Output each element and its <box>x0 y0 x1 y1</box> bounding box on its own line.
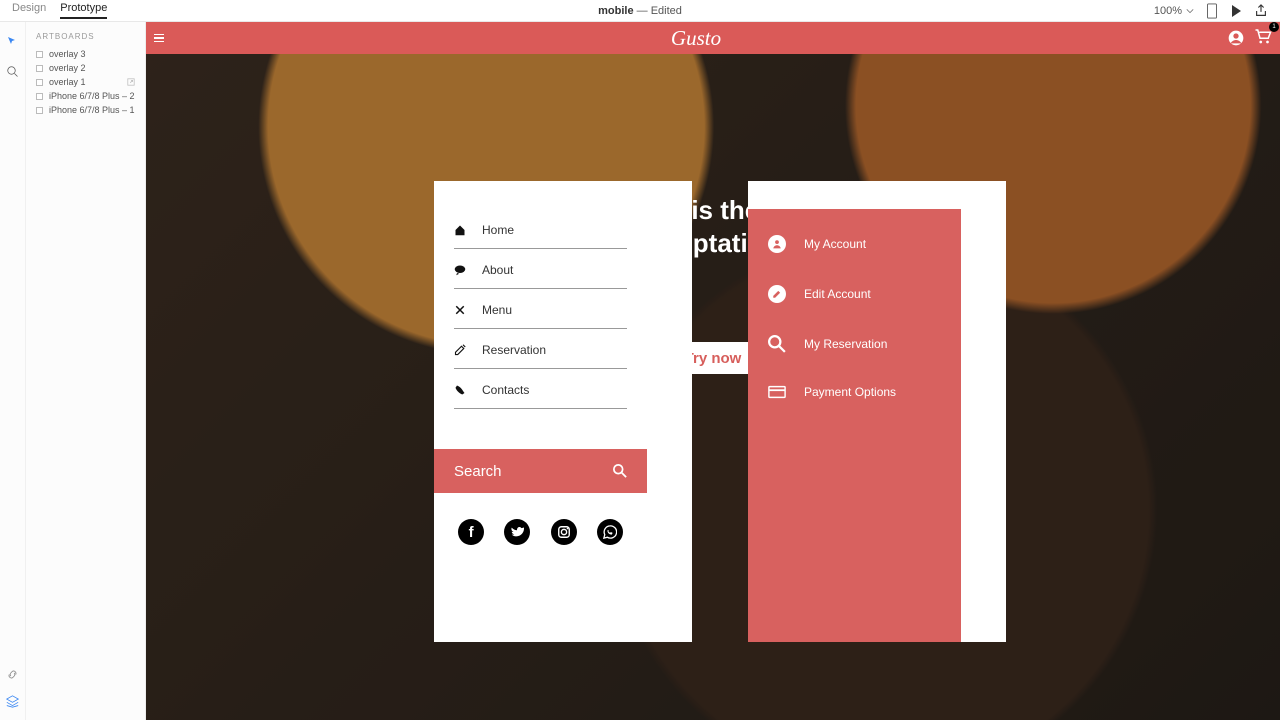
goto-icon <box>127 78 135 86</box>
nav-menu[interactable]: Menu <box>434 289 647 329</box>
document-title: mobile — Edited <box>598 5 682 17</box>
layer-row[interactable]: overlay 1 <box>32 75 139 89</box>
whatsapp-icon[interactable] <box>597 519 623 545</box>
edit-icon <box>454 344 466 356</box>
play-icon[interactable] <box>1230 4 1242 18</box>
hamburger-icon[interactable] <box>154 32 164 45</box>
account-reservation[interactable]: My Reservation <box>748 319 961 369</box>
layer-row[interactable]: iPhone 6/7/8 Plus – 2 <box>32 89 139 103</box>
zoom-tool-icon[interactable] <box>7 66 19 78</box>
nav-about[interactable]: About <box>434 249 647 289</box>
account-my-account[interactable]: My Account <box>748 219 961 269</box>
app-topbar: Design Prototype mobile — Edited 100% <box>0 0 1280 22</box>
tab-design[interactable]: Design <box>12 2 46 19</box>
instagram-icon[interactable] <box>551 519 577 545</box>
utensils-icon <box>454 304 466 316</box>
panel-section-title: ARTBOARDS <box>36 32 139 41</box>
account-edit[interactable]: Edit Account <box>748 269 961 319</box>
search-bar[interactable]: Search <box>434 449 647 493</box>
mode-tabs: Design Prototype <box>12 2 107 19</box>
device-preview-icon[interactable] <box>1206 3 1218 19</box>
card-icon <box>768 385 786 399</box>
tool-rail <box>0 22 26 720</box>
nav-reservation[interactable]: Reservation <box>434 329 647 369</box>
layer-row[interactable]: overlay 2 <box>32 61 139 75</box>
facebook-icon[interactable]: f <box>458 519 484 545</box>
layer-row[interactable]: overlay 3 <box>32 47 139 61</box>
canvas[interactable]: ✊ ne 6/7/8 Plus – 2 overlay 1 overlay 2 … <box>146 22 1280 720</box>
phone-icon <box>454 384 466 396</box>
zoom-control[interactable]: 100% <box>1154 5 1194 17</box>
tab-prototype[interactable]: Prototype <box>60 2 107 19</box>
search-icon <box>613 464 627 478</box>
search-outline-icon <box>768 335 786 353</box>
chevron-down-icon <box>1186 7 1194 15</box>
artboard-iphone-2[interactable]: Gusto 1 Gusto is the newtemptation Try n… <box>146 22 389 483</box>
user-circle-icon <box>768 235 786 253</box>
pencil-circle-icon <box>768 285 786 303</box>
nav-contacts[interactable]: Contacts <box>434 369 647 409</box>
nav-home[interactable]: Home <box>434 209 647 249</box>
chat-icon <box>454 264 466 276</box>
layers-icon[interactable] <box>6 695 19 708</box>
account-payment[interactable]: Payment Options <box>748 369 961 415</box>
share-icon[interactable] <box>1254 4 1268 18</box>
social-row: f <box>434 493 647 571</box>
artboards-panel: ARTBOARDS overlay 3 overlay 2 overlay 1 … <box>26 22 146 720</box>
artboard-overlay-1[interactable]: Home About Menu Reservation Contacts <box>434 181 692 642</box>
search-placeholder: Search <box>454 463 502 480</box>
hero-text: Gusto is the newtemptation <box>146 194 389 259</box>
layer-row[interactable]: iPhone 6/7/8 Plus – 1 <box>32 103 139 117</box>
twitter-icon[interactable] <box>504 519 530 545</box>
artboard-overlay-2[interactable]: My Account Edit Account My Reservation P… <box>748 181 1006 642</box>
home-icon <box>454 224 466 236</box>
select-tool-icon[interactable] <box>7 36 19 48</box>
link-icon[interactable] <box>6 668 19 681</box>
